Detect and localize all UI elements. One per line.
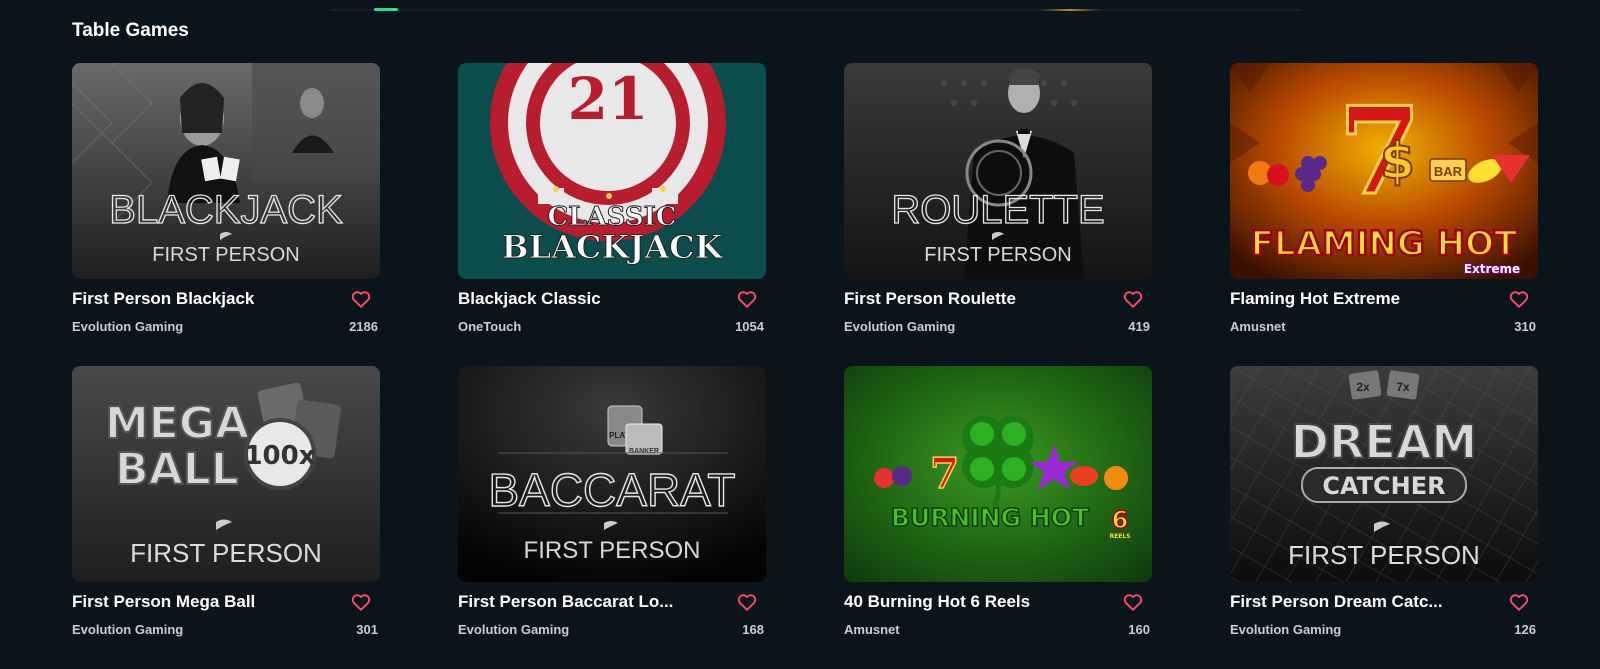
art-title: BACCARAT	[488, 464, 735, 516]
art-line2: BALL	[115, 444, 239, 495]
art-multiplier-1: 2x	[1356, 380, 1370, 394]
game-provider: Evolution Gaming	[458, 622, 570, 637]
game-provider: Evolution Gaming	[1230, 622, 1342, 637]
art-subtitle: Extreme	[1464, 262, 1520, 276]
player-count: 126	[1514, 622, 1536, 637]
svg-text:$: $	[1380, 132, 1415, 190]
player-count: 1054	[735, 319, 764, 334]
game-provider: Amusnet	[1230, 319, 1286, 334]
art-subtitle: FIRST PERSON	[524, 537, 701, 564]
top-scroll-indicator	[0, 0, 1600, 14]
game-thumbnail[interactable]: 21 CLASSIC BLACKJACK	[458, 63, 766, 279]
art-title: FLAMING HOT	[1251, 224, 1518, 264]
game-card[interactable]: BLACKJACK FIRST PERSON First Person Blac…	[72, 63, 380, 366]
game-thumbnail[interactable]: ROULETTE FIRST PERSON	[844, 63, 1152, 279]
game-title[interactable]: First Person Roulette	[844, 289, 1114, 309]
game-card[interactable]: 21 CLASSIC BLACKJACK Blackjack Classic O…	[458, 63, 766, 366]
art-multiplier-2: 7x	[1396, 380, 1410, 394]
game-provider: Evolution Gaming	[844, 319, 956, 334]
game-card[interactable]: 2x 7x DREAM CATCHER FIRST PERSON First P…	[1230, 366, 1538, 669]
game-card[interactable]: 7 BURNING HOT 6 REELS 40 Burning Hot 6 R…	[844, 366, 1152, 669]
game-card[interactable]: 7 $ BAR FLAMING HOT Extreme Flaming Hot …	[1230, 63, 1538, 366]
game-provider: Amusnet	[844, 622, 900, 637]
game-card[interactable]: ROULETTE FIRST PERSON First Person Roule…	[844, 63, 1152, 366]
heart-outline-icon[interactable]	[736, 288, 758, 310]
art-subtitle: FIRST PERSON	[1288, 540, 1480, 570]
player-count: 2186	[349, 319, 378, 334]
art-subtitle: FIRST PERSON	[152, 244, 299, 266]
game-thumbnail[interactable]: 7 $ BAR FLAMING HOT Extreme	[1230, 63, 1538, 279]
heart-outline-icon[interactable]	[1508, 591, 1530, 613]
art-six: 6	[1112, 506, 1129, 534]
game-title[interactable]: First Person Baccarat Lo...	[458, 592, 728, 612]
heart-outline-icon[interactable]	[1508, 288, 1530, 310]
game-grid: BLACKJACK FIRST PERSON First Person Blac…	[72, 63, 1538, 669]
svg-text:7: 7	[930, 449, 959, 498]
scroll-active-marker	[374, 8, 398, 11]
player-count: 310	[1514, 319, 1536, 334]
art-line2: CATCHER	[1322, 472, 1445, 500]
player-count: 419	[1128, 319, 1150, 334]
game-provider: Evolution Gaming	[72, 622, 184, 637]
art-number: 21	[568, 65, 649, 133]
heart-outline-icon[interactable]	[736, 591, 758, 613]
art-bar: BAR	[1434, 164, 1463, 179]
game-title[interactable]: 40 Burning Hot 6 Reels	[844, 592, 1114, 612]
heart-outline-icon[interactable]	[1122, 591, 1144, 613]
game-provider: OneTouch	[458, 319, 522, 334]
heart-outline-icon[interactable]	[350, 591, 372, 613]
game-thumbnail[interactable]: MEGA BALL 100x FIRST PERSON	[72, 366, 380, 582]
game-card[interactable]: PLAYER BANKER BACCARAT FIRST PERSON Firs…	[458, 366, 766, 669]
game-thumbnail[interactable]: BLACKJACK FIRST PERSON	[72, 63, 380, 279]
art-title: ROULETTE	[891, 188, 1104, 232]
game-title[interactable]: First Person Dream Catc...	[1230, 592, 1500, 612]
section-title: Table Games	[72, 20, 189, 41]
art-title: BLACKJACK	[109, 188, 343, 232]
game-thumbnail[interactable]: 7 BURNING HOT 6 REELS	[844, 366, 1152, 582]
game-title[interactable]: Flaming Hot Extreme	[1230, 289, 1500, 309]
art-badge: 100x	[244, 441, 315, 471]
game-title[interactable]: First Person Blackjack	[72, 289, 342, 309]
art-reels: REELS	[1110, 533, 1131, 540]
heart-outline-icon[interactable]	[350, 288, 372, 310]
player-count: 160	[1128, 622, 1150, 637]
heart-outline-icon[interactable]	[1122, 288, 1144, 310]
art-line2: BLACKJACK	[502, 228, 724, 266]
player-count: 168	[742, 622, 764, 637]
art-banker: BANKER	[629, 448, 659, 455]
art-subtitle: FIRST PERSON	[924, 244, 1071, 266]
scroll-track	[330, 9, 1300, 11]
art-subtitle: FIRST PERSON	[130, 538, 322, 568]
game-thumbnail[interactable]: PLAYER BANKER BACCARAT FIRST PERSON	[458, 366, 766, 582]
art-line1: DREAM	[1291, 415, 1477, 469]
game-provider: Evolution Gaming	[72, 319, 184, 334]
game-title[interactable]: First Person Mega Ball	[72, 592, 342, 612]
art-line1: MEGA	[105, 398, 249, 449]
player-count: 301	[356, 622, 378, 637]
game-card[interactable]: MEGA BALL 100x FIRST PERSON First Person…	[72, 366, 380, 669]
art-title: BURNING HOT	[891, 503, 1089, 532]
game-thumbnail[interactable]: 2x 7x DREAM CATCHER FIRST PERSON	[1230, 366, 1538, 582]
scroll-highlight	[1040, 9, 1100, 11]
game-title[interactable]: Blackjack Classic	[458, 289, 728, 309]
